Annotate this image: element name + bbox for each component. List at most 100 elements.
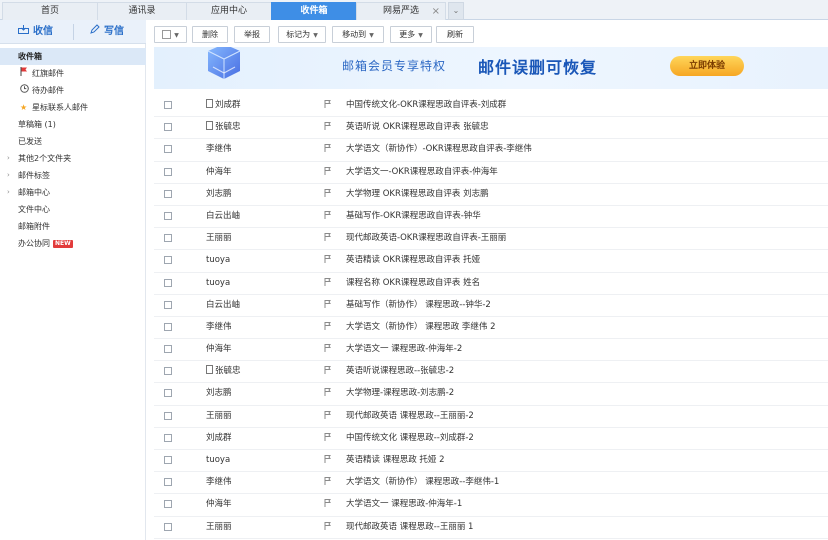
flag-icon[interactable] <box>324 450 331 471</box>
email-row[interactable]: 王丽丽 现代邮政英语-OKR课程思政自评表-王丽丽 <box>154 228 828 251</box>
email-row[interactable]: 李继伟 大学语文（新协作） 课程思政--李继伟-1 <box>154 472 828 495</box>
row-checkbox[interactable] <box>164 189 172 198</box>
tab-yanxuan[interactable]: 网易严选 × <box>356 2 446 20</box>
try-now-button[interactable]: 立即体验 <box>670 56 744 76</box>
row-checkbox[interactable] <box>164 145 172 154</box>
flag-icon[interactable] <box>324 339 331 360</box>
sidebar-item-sent[interactable]: 已发送 <box>0 133 146 150</box>
sidebar-item-starred[interactable]: ★ 星标联系人邮件 <box>0 99 146 116</box>
tab-inbox[interactable]: 收件箱 <box>271 2 357 20</box>
flag-icon[interactable] <box>324 406 331 427</box>
email-row[interactable]: 张毓忠 英语听说 OKR课程思政自评表 张毓忠 <box>154 117 828 140</box>
email-row[interactable]: tuoya 课程名称 OKR课程思政自评表 姓名 <box>154 273 828 295</box>
row-checkbox[interactable] <box>164 456 172 464</box>
row-checkbox[interactable] <box>164 478 172 487</box>
email-row[interactable]: tuoya 英语精读 课程思政 托娅 2 <box>154 450 828 473</box>
email-row[interactable]: 刘志鹏 大学物理-课程思政-刘志鹏-2 <box>154 383 828 406</box>
email-row[interactable]: 李继伟 大学语文（新协作）-OKR课程思政自评表-李继伟 <box>154 139 828 162</box>
move-to-dropdown[interactable]: 移动到 ▼ <box>332 26 384 43</box>
email-row[interactable]: 刘志鹏 大学物理 OKR课程思政自评表 刘志鹏 <box>154 184 828 206</box>
row-checkbox[interactable] <box>164 433 172 442</box>
row-checkbox[interactable] <box>164 522 172 531</box>
flag-icon[interactable] <box>324 162 331 183</box>
email-sender: 王丽丽 <box>206 406 232 427</box>
email-sender: 白云出岫 <box>206 206 240 227</box>
row-checkbox[interactable] <box>164 167 172 176</box>
sidebar-item-file-center[interactable]: 文件中心 <box>0 201 146 218</box>
email-row[interactable]: 仲海年 大学语文一-OKR课程思政自评表-仲海年 <box>154 162 828 184</box>
flag-icon[interactable] <box>324 295 331 316</box>
sidebar-item-office-collab[interactable]: 办公协同 NEW <box>0 235 146 252</box>
flag-icon[interactable] <box>324 361 331 382</box>
flag-icon[interactable] <box>324 139 331 160</box>
row-checkbox[interactable] <box>164 345 172 354</box>
chevron-right-icon[interactable]: › <box>7 167 10 184</box>
row-checkbox[interactable] <box>164 411 172 420</box>
write-button[interactable]: 写信 <box>90 24 124 40</box>
flag-icon[interactable] <box>324 273 331 294</box>
email-row[interactable]: 仲海年 大学语文一 课程思政-仲海年-2 <box>154 339 828 362</box>
email-row[interactable]: 张毓忠 英语听说课程思政--张毓忠-2 <box>154 361 828 384</box>
row-checkbox[interactable] <box>164 101 172 109</box>
row-checkbox[interactable] <box>164 256 172 265</box>
email-row[interactable]: 刘成群 中国传统文化 课程思政--刘成群-2 <box>154 428 828 450</box>
chevron-down-icon[interactable]: ⌄ <box>448 2 464 20</box>
sidebar-item-label: 邮箱附件 <box>18 222 50 231</box>
row-checkbox[interactable] <box>164 389 172 398</box>
row-checkbox[interactable] <box>164 322 172 331</box>
promo-banner[interactable]: 邮箱会员专享特权 邮件误删可恢复 立即体验 <box>154 47 828 89</box>
row-checkbox[interactable] <box>164 500 172 509</box>
chevron-right-icon[interactable]: › <box>7 184 10 201</box>
flag-icon[interactable] <box>324 117 331 138</box>
flag-icon[interactable] <box>324 228 331 249</box>
chevron-down-icon: ▼ <box>313 32 318 39</box>
report-button[interactable]: 举报 <box>234 26 270 43</box>
email-row[interactable]: 白云出岫 基础写作-OKR课程思政自评表-钟华 <box>154 206 828 229</box>
email-row[interactable]: 李继伟 大学语文（新协作） 课程思政 李继伟 2 <box>154 317 828 340</box>
mark-as-dropdown[interactable]: 标记为 ▼ <box>278 26 326 43</box>
tab-home[interactable]: 首页 <box>2 2 98 20</box>
flag-icon[interactable] <box>324 517 331 538</box>
flag-icon[interactable] <box>324 250 331 271</box>
sidebar-item-tags[interactable]: › 邮件标签 <box>0 167 146 184</box>
flag-icon[interactable] <box>324 206 331 227</box>
flag-icon[interactable] <box>324 317 331 338</box>
sidebar-item-mail-center[interactable]: › 邮箱中心 <box>0 184 146 201</box>
email-subject: 大学语文一 课程思政-仲海年-2 <box>346 344 463 355</box>
receive-button[interactable]: 收信 <box>18 24 53 40</box>
sidebar-item-drafts[interactable]: 草稿箱 (1) <box>0 116 146 133</box>
email-row[interactable]: tuoya 英语精读 OKR课程思政自评表 托娅 <box>154 250 828 273</box>
email-row[interactable]: 刘成群 中国传统文化-OKR课程思政自评表-刘成群 <box>154 95 828 118</box>
sidebar-item-other-folders[interactable]: › 其他2个文件夹 <box>0 150 146 167</box>
sender-name: 王丽丽 <box>206 521 232 532</box>
flag-icon[interactable] <box>324 184 331 205</box>
sidebar-item-attachments[interactable]: 邮箱附件 <box>0 218 146 235</box>
email-row[interactable]: 白云出岫 基础写作（新协作） 课程思政--钟华-2 <box>154 295 828 317</box>
chevron-right-icon[interactable]: › <box>7 150 10 167</box>
email-row[interactable]: 仲海年 大学语文一 课程思政-仲海年-1 <box>154 494 828 517</box>
delete-button[interactable]: 删除 <box>192 26 228 43</box>
more-dropdown[interactable]: 更多 ▼ <box>390 26 432 43</box>
email-row[interactable]: 王丽丽 现代邮政英语 课程思政--王丽丽 1 <box>154 517 828 539</box>
row-checkbox[interactable] <box>164 123 172 132</box>
row-checkbox[interactable] <box>164 367 172 376</box>
tab-app-center[interactable]: 应用中心 <box>186 2 272 20</box>
sidebar-item-todo[interactable]: 待办邮件 <box>0 82 146 99</box>
clock-icon <box>20 82 29 99</box>
sidebar-item-red-flag[interactable]: 红旗邮件 <box>0 65 146 82</box>
close-icon[interactable]: × <box>432 3 440 20</box>
flag-icon[interactable] <box>324 472 331 493</box>
sidebar-item-inbox[interactable]: 收件箱 <box>0 48 146 65</box>
flag-icon[interactable] <box>324 428 331 449</box>
flag-icon[interactable] <box>324 383 331 404</box>
row-checkbox[interactable] <box>164 234 172 243</box>
refresh-button[interactable]: 刷新 <box>436 26 474 43</box>
row-checkbox[interactable] <box>164 211 172 220</box>
tab-contacts[interactable]: 通讯录 <box>97 2 187 20</box>
flag-icon[interactable] <box>324 95 331 116</box>
select-all-checkbox[interactable]: ▼ <box>154 26 187 43</box>
row-checkbox[interactable] <box>164 300 172 309</box>
row-checkbox[interactable] <box>164 278 172 287</box>
flag-icon[interactable] <box>324 494 331 515</box>
email-row[interactable]: 王丽丽 现代邮政英语 课程思政--王丽丽-2 <box>154 406 828 428</box>
